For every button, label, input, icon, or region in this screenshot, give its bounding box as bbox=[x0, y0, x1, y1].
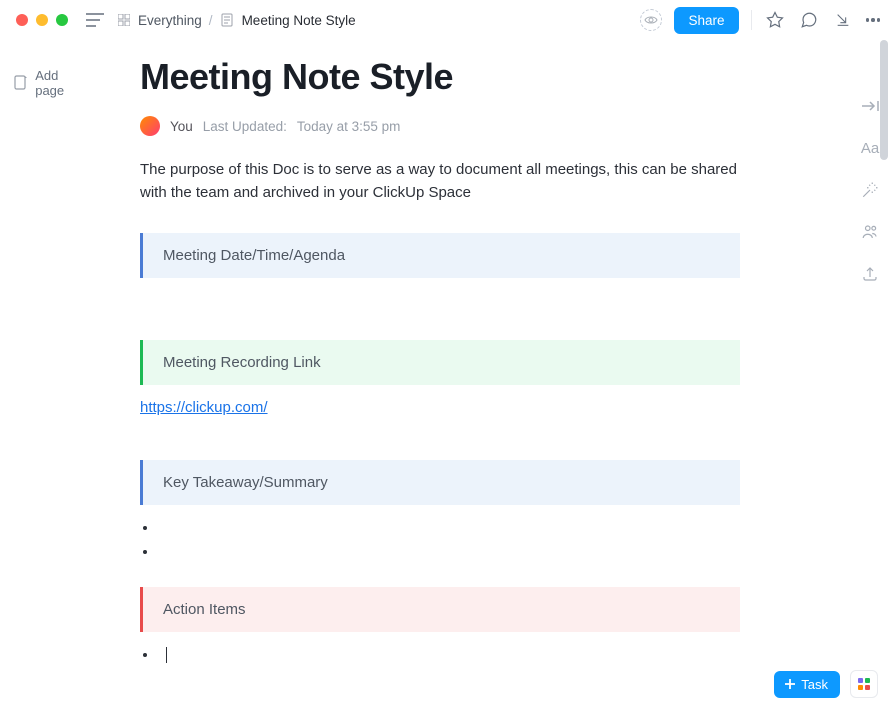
minimize-window-button[interactable] bbox=[36, 14, 48, 26]
list-item[interactable] bbox=[158, 519, 788, 539]
plus-icon bbox=[784, 678, 796, 690]
list-item[interactable] bbox=[158, 646, 788, 666]
more-options-button[interactable] bbox=[866, 18, 881, 22]
window-controls bbox=[16, 14, 68, 26]
topbar: Everything / Meeting Note Style Share bbox=[0, 0, 892, 40]
collapse-icon[interactable] bbox=[860, 96, 880, 116]
visibility-button[interactable] bbox=[640, 9, 662, 31]
document-body[interactable]: Meeting Note Style You Last Updated: Tod… bbox=[100, 40, 848, 714]
callout-meeting-info[interactable]: Meeting Date/Time/Agenda bbox=[140, 233, 740, 278]
task-button-label: Task bbox=[801, 677, 828, 692]
download-button[interactable] bbox=[832, 9, 854, 31]
share-button[interactable]: Share bbox=[674, 7, 738, 34]
export-icon[interactable] bbox=[860, 264, 880, 284]
sidebar: Add page bbox=[0, 40, 100, 714]
breadcrumb-current[interactable]: Meeting Note Style bbox=[242, 13, 356, 28]
menu-toggle-button[interactable] bbox=[84, 9, 106, 31]
breadcrumb-root[interactable]: Everything bbox=[138, 13, 202, 28]
add-page-label: Add page bbox=[35, 68, 88, 98]
callout-takeaway[interactable]: Key Takeaway/Summary bbox=[140, 460, 740, 505]
typography-button[interactable]: Aa bbox=[860, 138, 880, 158]
callout-actions[interactable]: Action Items bbox=[140, 587, 740, 632]
breadcrumb-separator: / bbox=[209, 13, 213, 28]
intro-paragraph[interactable]: The purpose of this Doc is to serve as a… bbox=[140, 158, 740, 205]
floating-actions: Task bbox=[774, 670, 878, 698]
apps-icon bbox=[858, 678, 870, 690]
vertical-scrollbar[interactable] bbox=[880, 40, 888, 160]
updated-value: Today at 3:55 pm bbox=[297, 119, 401, 134]
wand-icon[interactable] bbox=[860, 180, 880, 200]
grid-icon bbox=[116, 13, 131, 28]
updated-label: Last Updated: bbox=[203, 119, 287, 134]
doc-meta: You Last Updated: Today at 3:55 pm bbox=[140, 116, 788, 136]
takeaway-list[interactable] bbox=[158, 519, 788, 563]
recording-link[interactable]: https://clickup.com/ bbox=[140, 399, 268, 416]
apps-button[interactable] bbox=[850, 670, 878, 698]
page-title[interactable]: Meeting Note Style bbox=[140, 56, 788, 98]
text-cursor bbox=[166, 647, 167, 663]
document-icon bbox=[220, 13, 235, 28]
close-window-button[interactable] bbox=[16, 14, 28, 26]
actions-list[interactable] bbox=[158, 646, 788, 666]
breadcrumb: Everything / Meeting Note Style bbox=[116, 13, 356, 28]
collaborators-icon[interactable] bbox=[860, 222, 880, 242]
add-page-button[interactable]: Add page bbox=[14, 68, 88, 98]
add-page-icon bbox=[14, 76, 28, 91]
maximize-window-button[interactable] bbox=[56, 14, 68, 26]
new-task-button[interactable]: Task bbox=[774, 671, 840, 698]
list-item[interactable] bbox=[158, 543, 788, 563]
comment-button[interactable] bbox=[798, 9, 820, 31]
callout-recording[interactable]: Meeting Recording Link bbox=[140, 340, 740, 385]
divider bbox=[751, 10, 752, 30]
favorite-button[interactable] bbox=[764, 9, 786, 31]
topbar-actions: Share bbox=[640, 7, 880, 34]
author-label: You bbox=[170, 119, 193, 134]
avatar[interactable] bbox=[140, 116, 160, 136]
